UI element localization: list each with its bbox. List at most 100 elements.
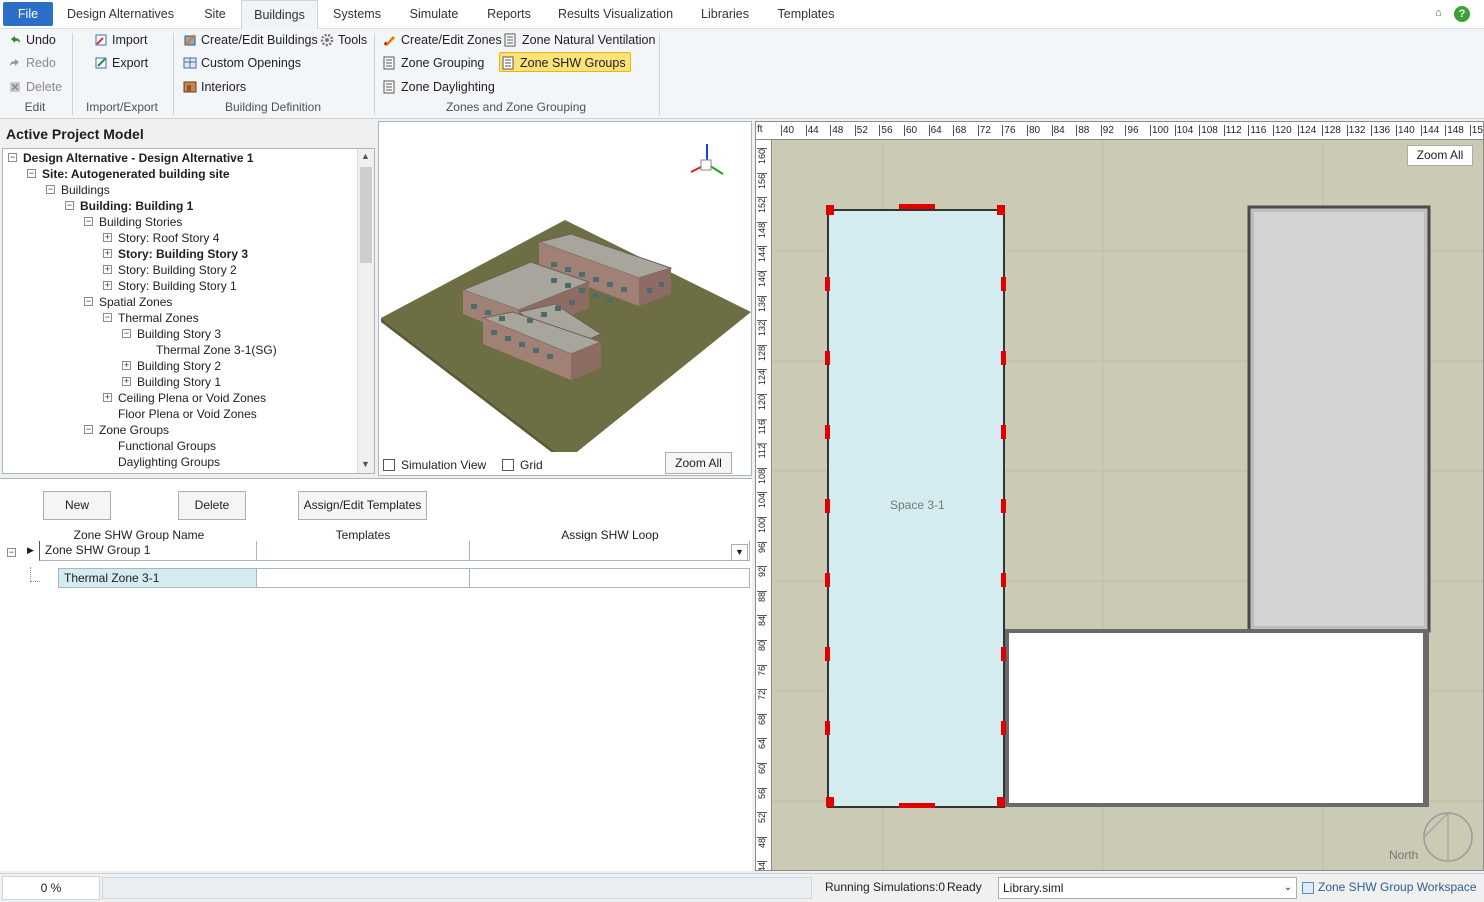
scroll-thumb[interactable] (360, 167, 372, 263)
tree-node-building-1[interactable]: Building: Building 1 (80, 198, 193, 214)
scroll-down-icon[interactable]: ▼ (361, 459, 370, 469)
zone-natural-ventilation-button[interactable]: Zone Natural Ventilation (502, 30, 655, 50)
create-edit-buildings-button[interactable]: Create/Edit Buildings (181, 30, 318, 50)
tree-node-thermal-zones[interactable]: Thermal Zones (118, 310, 199, 326)
tab-templates[interactable]: Templates (770, 0, 842, 29)
export-icon (95, 57, 107, 69)
custom-openings-button[interactable]: Custom Openings (181, 53, 301, 73)
interiors-button[interactable]: Interiors (181, 77, 246, 97)
tree-toggle-icon[interactable]: + (103, 281, 112, 290)
tree-scrollbar[interactable]: ▲ ▼ (357, 149, 374, 473)
child-shw-loop-cell[interactable] (469, 568, 750, 588)
tree-toggle-icon[interactable]: + (122, 377, 131, 386)
ruler-left: 160 156 152 148 144 140 136 132 128 124 120 116 112 1… (756, 140, 772, 870)
row-collapse-icon[interactable]: − (7, 548, 16, 557)
tree-toggle-icon[interactable]: − (84, 297, 93, 306)
tree-node-building-story-3[interactable]: Story: Building Story 3 (118, 246, 248, 262)
tree-node-building-story-2[interactable]: Story: Building Story 2 (118, 262, 237, 278)
zone-shw-groups-button[interactable]: Zone SHW Groups (499, 52, 631, 72)
tools-button[interactable]: Tools (318, 30, 367, 50)
ruler-tick-label: 152 (757, 197, 767, 214)
tree-toggle-icon[interactable]: − (46, 185, 55, 194)
group-shw-loop-cell[interactable] (469, 541, 750, 561)
create-edit-zones-button[interactable]: Create/Edit Zones (381, 30, 502, 50)
progress-value: 0 % (2, 876, 100, 900)
ruler-tick-label: 60 (757, 763, 767, 775)
shw-loop-dropdown-icon[interactable]: ▼ (731, 544, 748, 561)
undo-button[interactable]: Undo (6, 30, 56, 50)
ribbon-separator (173, 33, 174, 115)
tree-toggle-icon[interactable]: + (103, 233, 112, 242)
tree-node-tz-building-story-2[interactable]: Building Story 2 (137, 358, 221, 374)
tab-reports[interactable]: Reports (479, 0, 539, 29)
ruler-tick-label: 120 (1273, 125, 1292, 136)
tree-node-floor-plena[interactable]: Floor Plena or Void Zones (118, 406, 257, 422)
tree-toggle-icon[interactable]: − (84, 425, 93, 434)
ruler-unit-label: ft (757, 124, 763, 135)
zoom-all-3d-button[interactable]: Zoom All (665, 452, 732, 474)
delete-icon (10, 82, 20, 92)
tree-node-daylighting-groups[interactable]: Daylighting Groups (118, 454, 220, 470)
ruler-tick-label: 48 (757, 836, 767, 848)
ruler-tick-label: 96 (757, 541, 767, 553)
simulation-view-checkbox[interactable] (383, 459, 395, 471)
workspace-label: Zone SHW Group Workspace (1318, 880, 1477, 894)
scroll-up-icon[interactable]: ▲ (361, 151, 370, 161)
ruler-tick-label: 68 (953, 125, 967, 136)
export-button[interactable]: Export (92, 53, 148, 73)
tree-node-building-story-1[interactable]: Story: Building Story 1 (118, 278, 237, 294)
tree-node-buildings[interactable]: Buildings (61, 182, 110, 198)
group-templates-cell[interactable] (256, 541, 470, 561)
tree-node-tz-building-story-3[interactable]: Building Story 3 (137, 326, 221, 342)
tree-node-site[interactable]: Site: Autogenerated building site (42, 166, 230, 182)
library-select[interactable]: Library.siml ⌄ (998, 877, 1297, 899)
tree-node-functional-groups[interactable]: Functional Groups (118, 438, 216, 454)
tree-toggle-icon[interactable]: + (122, 361, 131, 370)
tree-toggle-icon[interactable]: − (8, 153, 17, 162)
file-menu[interactable]: File (3, 2, 53, 26)
import-button[interactable]: Import (92, 30, 147, 50)
tab-site[interactable]: Site (195, 0, 235, 29)
tree-node-thermal-zone-3-1[interactable]: Thermal Zone 3-1(SG) (156, 342, 277, 358)
tree-node-zone-groups[interactable]: Zone Groups (99, 422, 169, 438)
delete-button[interactable]: Delete (6, 77, 62, 97)
help-icon[interactable]: ? (1454, 6, 1470, 22)
tree-node-spatial-zones[interactable]: Spatial Zones (99, 294, 172, 310)
tree-toggle-icon[interactable]: − (103, 313, 112, 322)
zone-grouping-button[interactable]: Zone Grouping (381, 53, 484, 73)
child-templates-cell[interactable] (256, 568, 470, 588)
ribbon-separator (72, 33, 73, 115)
tab-simulate[interactable]: Simulate (400, 0, 468, 29)
tree-toggle-icon[interactable]: + (103, 265, 112, 274)
delete-group-button[interactable]: Delete (178, 491, 246, 520)
tab-libraries[interactable]: Libraries (694, 0, 756, 29)
tree-node-tz-building-story-1[interactable]: Building Story 1 (137, 374, 221, 390)
grid-checkbox[interactable] (502, 459, 514, 471)
tree-node-design-alternative[interactable]: Design Alternative - Design Alternative … (23, 150, 254, 166)
space-label[interactable]: Space 3-1 (890, 498, 945, 512)
tree-node-ceiling-plena[interactable]: Ceiling Plena or Void Zones (118, 390, 266, 406)
assign-edit-templates-button[interactable]: Assign/Edit Templates (298, 491, 427, 520)
tree-toggle-icon[interactable]: − (84, 217, 93, 226)
collapse-ribbon-icon[interactable]: ⌂ (1435, 7, 1442, 19)
tree-toggle-icon[interactable]: − (65, 201, 74, 210)
tree-toggle-icon[interactable]: − (122, 329, 131, 338)
3d-view[interactable]: Simulation View Grid Zoom All (378, 121, 752, 476)
zoom-all-plan-button[interactable]: Zoom All (1407, 145, 1473, 166)
child-zone-cell[interactable]: Thermal Zone 3-1 (58, 568, 257, 588)
tab-buildings[interactable]: Buildings (241, 0, 318, 30)
tree-node-building-stories[interactable]: Building Stories (99, 214, 182, 230)
tree-toggle-icon[interactable]: + (103, 249, 112, 258)
group-name-cell[interactable]: Zone SHW Group 1 (39, 541, 257, 561)
tree-toggle-icon[interactable]: + (103, 393, 112, 402)
zone-daylighting-button[interactable]: Zone Daylighting (381, 77, 495, 97)
tab-results-visualization[interactable]: Results Visualization (553, 0, 678, 29)
tree-toggle-icon[interactable]: − (27, 169, 36, 178)
tree-node-roof-story-4[interactable]: Story: Roof Story 4 (118, 230, 219, 246)
new-button[interactable]: New (43, 491, 111, 520)
plan-view[interactable]: 40 44 48 52 56 60 64 68 72 76 80 84 88 92 96 100 104 108 1… (755, 121, 1484, 871)
window-icon (183, 57, 197, 69)
tab-systems[interactable]: Systems (326, 0, 388, 29)
tab-design-alternatives[interactable]: Design Alternatives (60, 0, 181, 29)
redo-button[interactable]: Redo (6, 53, 56, 73)
